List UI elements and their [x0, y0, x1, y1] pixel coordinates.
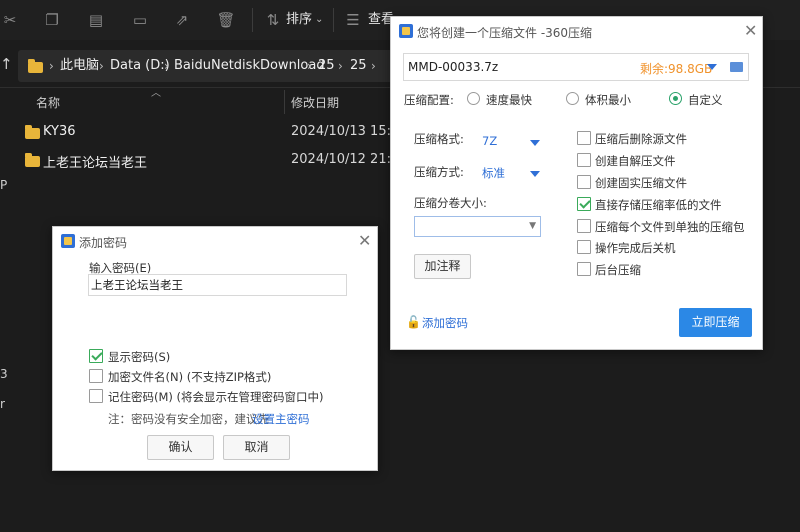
- column-header-name[interactable]: 名称: [36, 94, 60, 111]
- chevron-right-icon: ›: [307, 59, 312, 73]
- radio-custom[interactable]: [669, 92, 682, 105]
- folder-icon: [25, 125, 40, 139]
- sort-indicator-icon: ︿: [151, 88, 161, 99]
- remember-password-label[interactable]: 记住密码(M) (将会显示在管理密码窗口中): [108, 389, 324, 405]
- separate-archives-label[interactable]: 压缩每个文件到单独的压缩包: [595, 219, 745, 235]
- nav-pane-fragment: r: [0, 397, 5, 411]
- remember-password-checkbox[interactable]: [89, 389, 103, 403]
- close-icon[interactable]: ✕: [358, 232, 371, 250]
- 360zip-app-icon: [61, 234, 75, 248]
- split-size-label: 压缩分卷大小:: [414, 196, 487, 210]
- config-label: 压缩配置:: [404, 93, 454, 107]
- breadcrumb-item[interactable]: 此电脑: [60, 58, 99, 74]
- store-low-ratio-label[interactable]: 直接存储压缩率低的文件: [595, 197, 722, 213]
- chevron-right-icon: ›: [371, 59, 376, 73]
- nav-pane-fragment: 3: [0, 367, 8, 381]
- delete-icon[interactable]: 🗑: [216, 10, 236, 30]
- create-archive-dialog: 您将创建一个压缩文件 -360压缩 ✕ MMD-00033.7z 剩余:98.8…: [390, 16, 763, 350]
- archive-filename: MMD-00033.7z: [408, 60, 499, 74]
- background-compress-label[interactable]: 后台压缩: [595, 262, 641, 278]
- breadcrumb[interactable]: › 此电脑 › Data (D:) › BaiduNetdiskDownload…: [18, 50, 398, 82]
- toolbar-divider: [252, 8, 253, 32]
- shutdown-after-checkbox[interactable]: [577, 240, 591, 254]
- column-header-date[interactable]: 修改日期: [291, 94, 339, 111]
- sort-icon: ⇅: [266, 11, 280, 29]
- chevron-right-icon: ›: [164, 59, 169, 73]
- chevron-down-icon[interactable]: [530, 140, 540, 146]
- add-password-link[interactable]: 添加密码: [422, 315, 468, 331]
- split-size-select[interactable]: ▼: [414, 216, 541, 237]
- close-icon[interactable]: ✕: [744, 22, 757, 40]
- show-password-checkbox[interactable]: [89, 349, 103, 363]
- radio-smallest[interactable]: [566, 92, 579, 105]
- format-label: 压缩格式:: [414, 132, 464, 146]
- free-space-label: 剩余:98.8GB: [640, 62, 713, 76]
- format-select-value[interactable]: 7Z: [482, 134, 497, 148]
- lock-icon: 🔓: [406, 315, 421, 329]
- folder-icon: [25, 153, 40, 167]
- toolbar-divider: [333, 8, 334, 32]
- nav-pane-fragment: P: [0, 178, 8, 192]
- cut-icon[interactable]: ✂: [0, 10, 20, 30]
- self-extracting-checkbox[interactable]: [577, 153, 591, 167]
- radio-fastest-label[interactable]: 速度最快: [486, 92, 532, 108]
- breadcrumb-item[interactable]: BaiduNetdiskDownload: [174, 58, 325, 74]
- radio-fastest[interactable]: [467, 92, 480, 105]
- folder-icon: [28, 59, 43, 73]
- up-arrow-icon[interactable]: ↑: [0, 55, 13, 73]
- breadcrumb-item[interactable]: 25: [318, 58, 335, 74]
- radio-custom-label[interactable]: 自定义: [688, 92, 723, 108]
- radio-smallest-label[interactable]: 体积最小: [585, 92, 631, 108]
- encrypt-filenames-checkbox[interactable]: [89, 369, 103, 383]
- delete-source-label[interactable]: 压缩后删除源文件: [595, 131, 687, 147]
- store-low-ratio-checkbox[interactable]: [577, 197, 591, 211]
- set-master-password-link[interactable]: 设置主密码: [252, 411, 310, 427]
- breadcrumb-item[interactable]: 25: [350, 58, 367, 74]
- share-icon[interactable]: ⇗: [172, 10, 192, 30]
- solid-archive-label[interactable]: 创建固实压缩文件: [595, 175, 687, 191]
- 360zip-app-icon: [399, 24, 413, 38]
- shutdown-after-label[interactable]: 操作完成后关机: [595, 240, 676, 256]
- background-compress-checkbox[interactable]: [577, 262, 591, 276]
- dialog-title: 添加密码: [79, 236, 128, 250]
- password-input[interactable]: 上老王论坛当老王: [88, 274, 347, 296]
- chevron-down-icon[interactable]: [530, 171, 540, 177]
- cancel-button[interactable]: 取消: [223, 435, 290, 460]
- breadcrumb-item[interactable]: Data (D:): [110, 58, 170, 74]
- separate-archives-checkbox[interactable]: [577, 219, 591, 233]
- add-password-dialog: 添加密码 ✕ 输入密码(E) 上老王论坛当老王 显示密码(S) 加密文件名(N)…: [52, 226, 378, 471]
- encrypt-filenames-label[interactable]: 加密文件名(N) (不支持ZIP格式): [108, 369, 271, 385]
- copy-icon[interactable]: ❐: [42, 10, 62, 30]
- paste-icon[interactable]: ▤: [86, 10, 106, 30]
- dialog-title: 您将创建一个压缩文件 -360压缩: [417, 26, 593, 40]
- self-extracting-label[interactable]: 创建自解压文件: [595, 153, 676, 169]
- archive-path-field[interactable]: MMD-00033.7z 剩余:98.8GB: [403, 53, 749, 81]
- method-label: 压缩方式:: [414, 165, 464, 179]
- delete-source-checkbox[interactable]: [577, 131, 591, 145]
- chevron-right-icon: ›: [49, 59, 54, 73]
- file-row-name[interactable]: 上老王论坛当老王: [43, 152, 147, 171]
- chevron-right-icon: ›: [338, 59, 343, 73]
- show-password-label[interactable]: 显示密码(S): [108, 349, 170, 365]
- dialog-titlebar[interactable]: 添加密码 ✕: [53, 227, 377, 257]
- chevron-right-icon: ›: [99, 59, 104, 73]
- file-row-name[interactable]: KY36: [43, 124, 76, 139]
- compress-now-button[interactable]: 立即压缩: [679, 308, 752, 337]
- confirm-button[interactable]: 确认: [147, 435, 214, 460]
- password-input-value: 上老王论坛当老王: [91, 278, 183, 292]
- column-divider[interactable]: [284, 90, 285, 114]
- browse-folder-icon[interactable]: [730, 62, 743, 72]
- sort-button[interactable]: 排序: [286, 11, 312, 29]
- view-icon: ☰: [346, 11, 360, 29]
- chevron-down-icon: ⌄: [315, 14, 324, 25]
- add-comment-button[interactable]: 加注释: [414, 254, 471, 279]
- solid-archive-checkbox[interactable]: [577, 175, 591, 189]
- rename-icon[interactable]: ▭: [130, 10, 150, 30]
- dialog-titlebar[interactable]: 您将创建一个压缩文件 -360压缩 ✕: [391, 17, 762, 47]
- security-note: 注：密码没有安全加密，建议先: [108, 412, 269, 426]
- chevron-down-icon[interactable]: [707, 64, 717, 70]
- chevron-down-icon: ▼: [529, 221, 536, 231]
- method-select-value[interactable]: 标准: [482, 165, 505, 181]
